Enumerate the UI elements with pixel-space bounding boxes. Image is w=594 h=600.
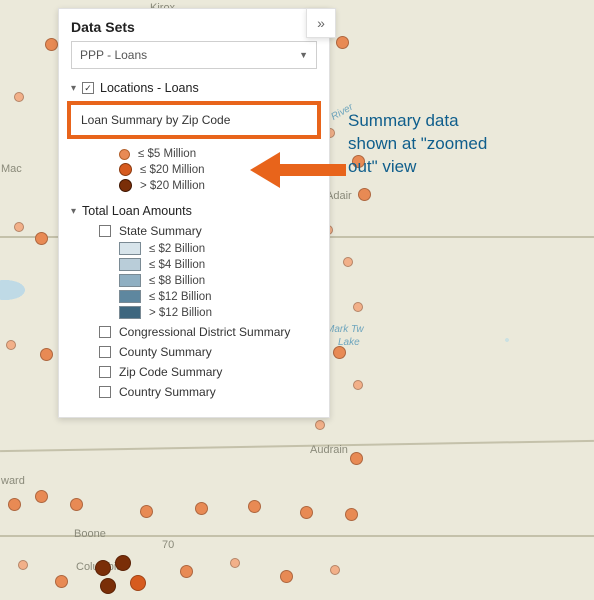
legend-label: ≤ $5 Million	[138, 148, 196, 160]
legend-label: ≤ $2 Billion	[149, 243, 205, 255]
section-total-loan-amounts[interactable]: ▾ Total Loan Amounts	[71, 204, 317, 218]
legend-row: ≤ $4 Billion	[119, 258, 317, 271]
caret-down-icon: ▼	[299, 50, 308, 60]
legend-state-summary: ≤ $2 Billion ≤ $4 Billion ≤ $8 Billion ≤ $1…	[119, 242, 317, 319]
map-point[interactable]	[333, 346, 346, 359]
legend-swatch-icon	[119, 242, 141, 255]
map-point[interactable]	[6, 340, 16, 350]
checkbox[interactable]	[99, 366, 111, 378]
legend-label: ≤ $12 Billion	[149, 291, 212, 303]
map-point[interactable]	[300, 506, 313, 519]
layer-label: Country Summary	[119, 385, 216, 399]
place-label: Boone	[74, 528, 106, 540]
section-label: Total Loan Amounts	[82, 204, 192, 218]
map-point[interactable]	[353, 302, 363, 312]
place-label: ward	[1, 475, 25, 487]
map-point[interactable]	[115, 555, 131, 571]
map-point[interactable]	[40, 348, 53, 361]
chevron-down-icon: ▾	[71, 83, 76, 94]
map-point[interactable]	[100, 578, 116, 594]
map-point[interactable]	[280, 570, 293, 583]
layer-label: County Summary	[119, 345, 212, 359]
layer-state-summary[interactable]: State Summary	[99, 224, 317, 238]
legend-swatch-icon	[119, 290, 141, 303]
map-point[interactable]	[45, 38, 58, 51]
legend-label: ≤ $8 Billion	[149, 275, 205, 287]
panel-title: Data Sets	[71, 19, 317, 35]
place-label: 70	[162, 539, 174, 551]
legend-swatch-icon	[119, 258, 141, 271]
checkbox[interactable]	[99, 346, 111, 358]
layer-country-summary[interactable]: Country Summary	[99, 385, 317, 399]
place-label: Mac	[1, 163, 22, 175]
map-point[interactable]	[35, 490, 48, 503]
chevron-down-icon: ▾	[71, 206, 76, 217]
layer-congressional-district-summary[interactable]: Congressional District Summary	[99, 325, 317, 339]
legend-swatch-icon	[119, 163, 132, 176]
checkbox-locations[interactable]	[82, 82, 94, 94]
layer-zip-code-summary[interactable]: Zip Code Summary	[99, 365, 317, 379]
checkbox[interactable]	[99, 326, 111, 338]
legend-row: ≤ $12 Billion	[119, 290, 317, 303]
map-point[interactable]	[55, 575, 68, 588]
layers-panel: Data Sets PPP - Loans ▼ ▾ Locations - Lo…	[58, 8, 330, 418]
dataset-dropdown[interactable]: PPP - Loans ▼	[71, 41, 317, 69]
legend-row: ≤ $8 Billion	[119, 274, 317, 287]
place-label: Audrain	[310, 444, 348, 456]
section-locations-loans[interactable]: ▾ Locations - Loans	[71, 81, 317, 95]
map-point[interactable]	[140, 505, 153, 518]
map-point[interactable]	[180, 565, 193, 578]
map-point[interactable]	[336, 36, 349, 49]
highlight-loan-summary-zip[interactable]: Loan Summary by Zip Code	[67, 101, 321, 139]
layer-county-summary[interactable]: County Summary	[99, 345, 317, 359]
chevron-right-icon: »	[317, 15, 325, 31]
map-point[interactable]	[248, 500, 261, 513]
callout-text: Summary datashown at "zoomedout" view	[348, 110, 487, 179]
map-point[interactable]	[70, 498, 83, 511]
map-point[interactable]	[8, 498, 21, 511]
layer-label: Congressional District Summary	[119, 325, 290, 339]
map-point[interactable]	[350, 452, 363, 465]
map-point[interactable]	[14, 222, 24, 232]
map-point[interactable]	[330, 565, 340, 575]
callout-arrow-icon	[250, 152, 346, 184]
legend-label: ≤ $4 Billion	[149, 259, 205, 271]
map-point[interactable]	[315, 420, 325, 430]
map-point[interactable]	[343, 257, 353, 267]
legend-row: > $12 Billion	[119, 306, 317, 319]
checkbox-state-summary[interactable]	[99, 225, 111, 237]
water-label: Mark Tw	[326, 324, 364, 335]
layer-label: Zip Code Summary	[119, 365, 222, 379]
map-point[interactable]	[358, 188, 371, 201]
legend-swatch-icon	[119, 179, 132, 192]
map-point[interactable]	[345, 508, 358, 521]
map-point[interactable]	[18, 560, 28, 570]
map-point[interactable]	[230, 558, 240, 568]
legend-label: ≤ $20 Million	[140, 164, 204, 176]
legend-swatch-icon	[119, 149, 130, 160]
collapse-panel-button[interactable]: »	[306, 8, 336, 38]
legend-row: ≤ $2 Billion	[119, 242, 317, 255]
map-point[interactable]	[14, 92, 24, 102]
map-point[interactable]	[130, 575, 146, 591]
map-point[interactable]	[353, 380, 363, 390]
legend-swatch-icon	[119, 306, 141, 319]
map-point[interactable]	[35, 232, 48, 245]
map-point[interactable]	[195, 502, 208, 515]
legend-label: > $20 Million	[140, 180, 205, 192]
dropdown-value: PPP - Loans	[80, 48, 147, 62]
map-point[interactable]	[95, 560, 111, 576]
checkbox[interactable]	[99, 386, 111, 398]
section-label: Locations - Loans	[100, 81, 199, 95]
legend-label: > $12 Billion	[149, 307, 212, 319]
legend-swatch-icon	[119, 274, 141, 287]
